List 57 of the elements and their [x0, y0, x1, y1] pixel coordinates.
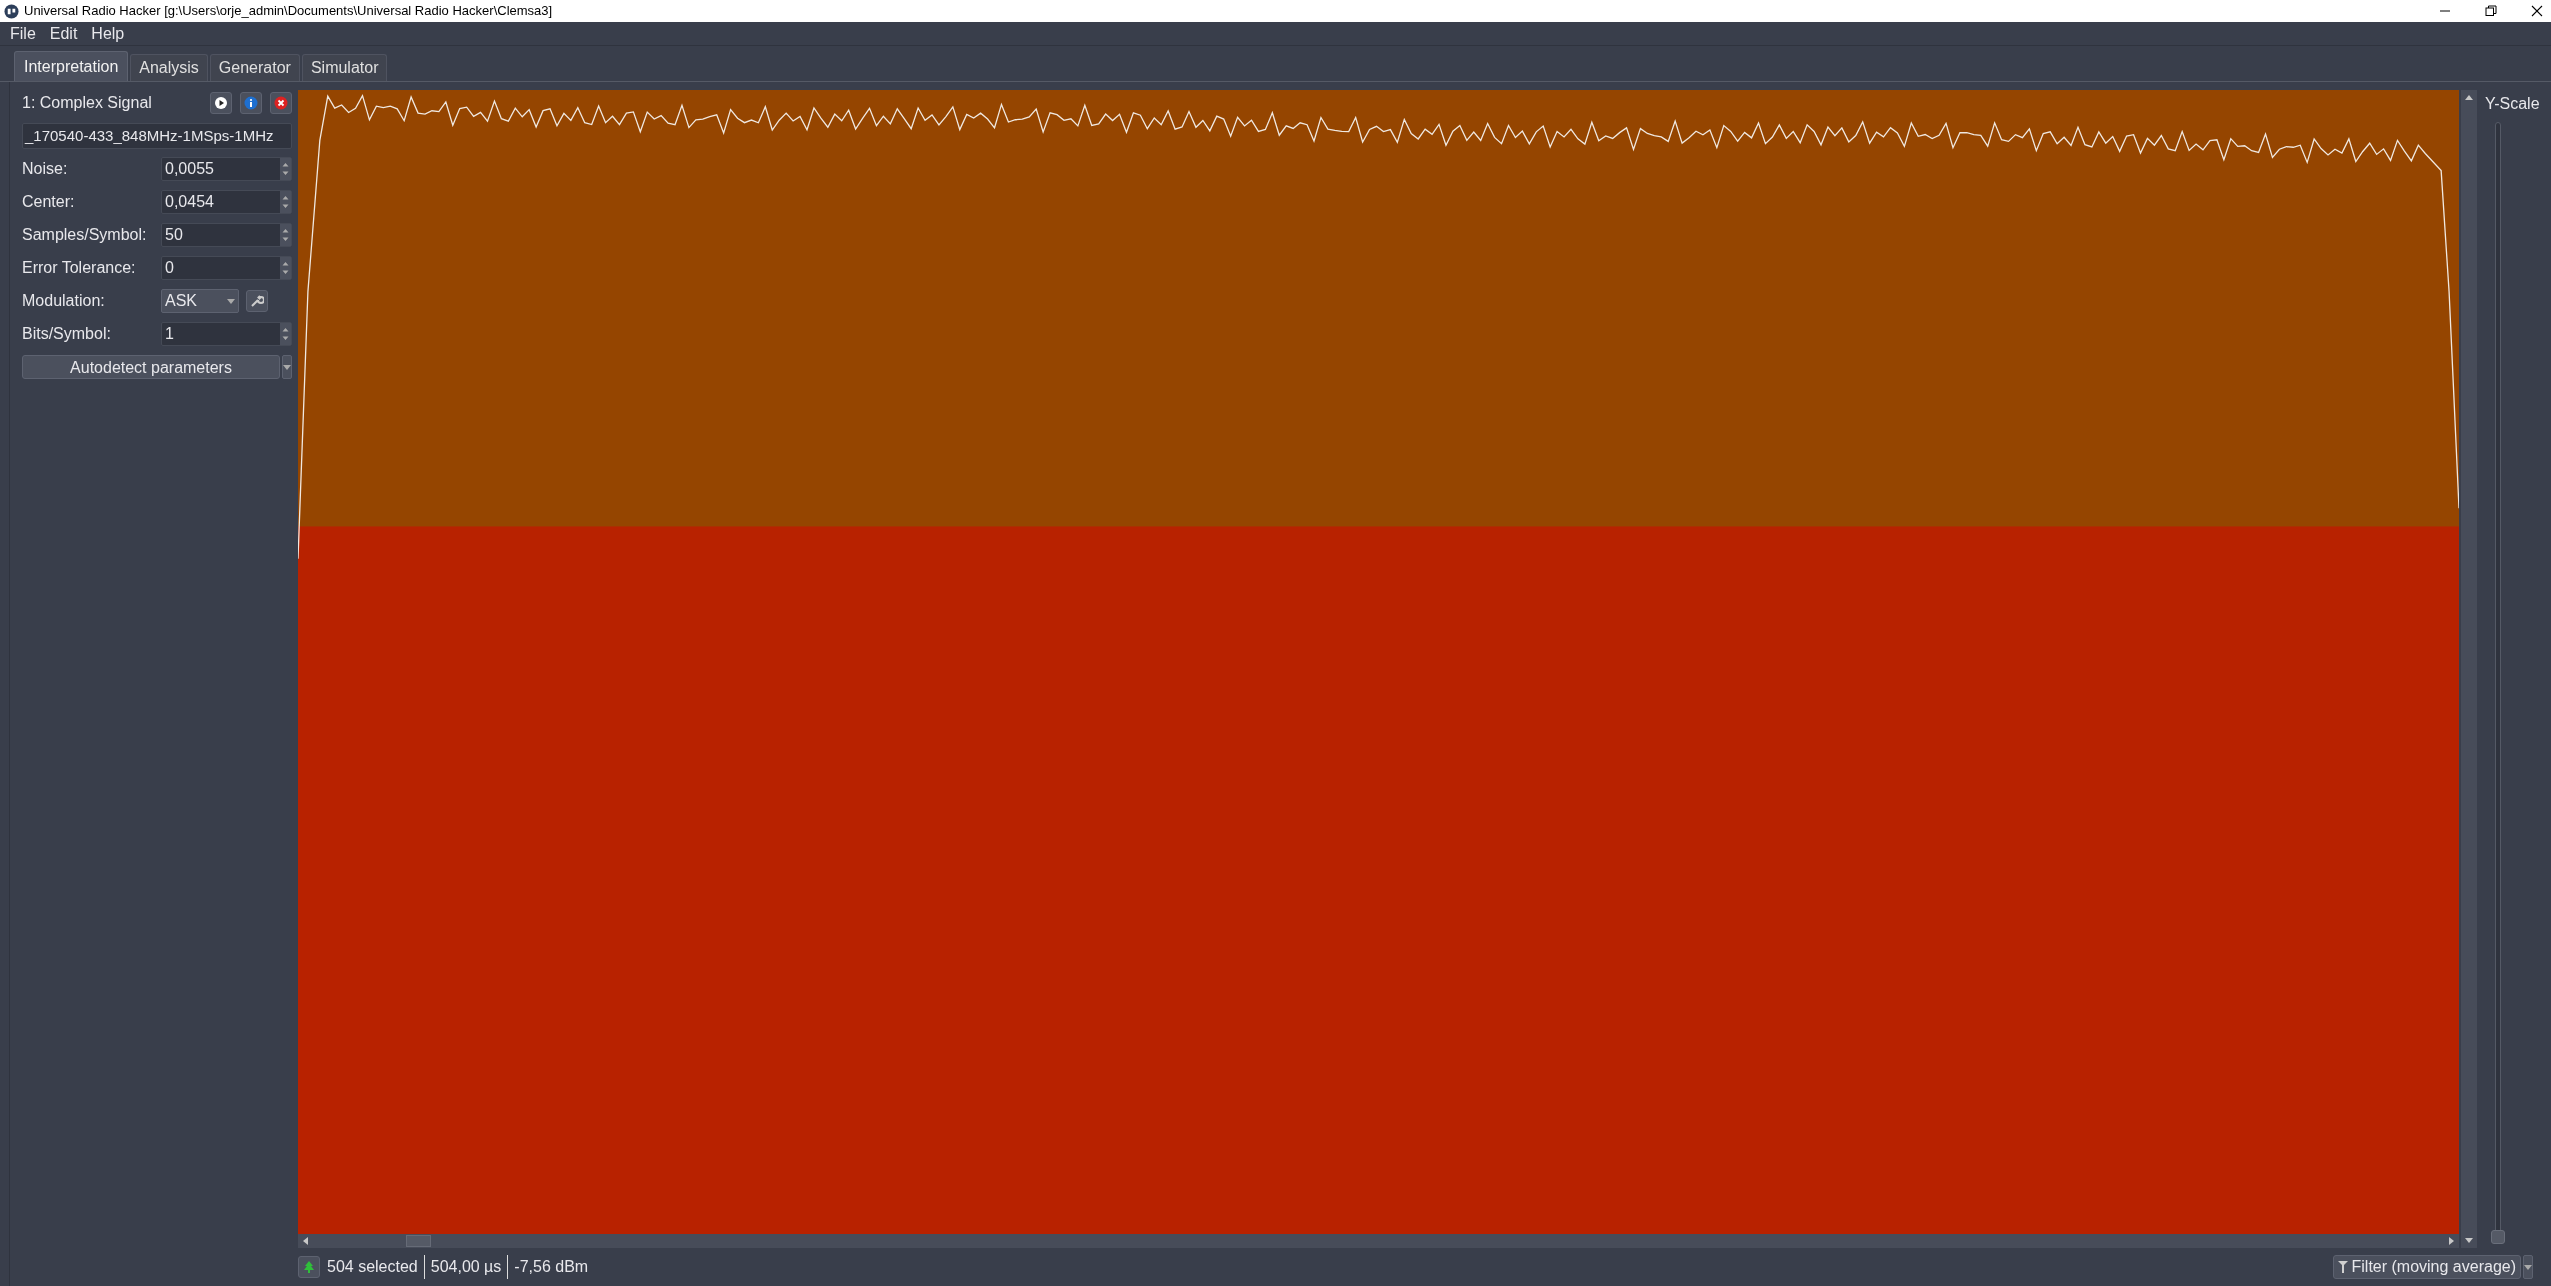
- play-icon: [213, 95, 229, 111]
- signal-name: 1: Complex Signal: [22, 93, 153, 113]
- parameter-label: Center:: [22, 192, 76, 212]
- spin-box[interactable]: 0,0454: [161, 190, 292, 214]
- info-icon: [243, 95, 259, 111]
- modulation-dropdown[interactable]: ASK: [161, 289, 239, 313]
- spin-box[interactable]: 0,0055: [161, 157, 292, 181]
- close-icon[interactable]: [2531, 5, 2543, 17]
- caret-icon: [283, 364, 291, 370]
- spin-arrows-icon[interactable]: [280, 191, 291, 213]
- close-icon: [273, 95, 289, 111]
- tab[interactable]: Analysis: [130, 54, 208, 81]
- info-button[interactable]: [240, 92, 262, 114]
- selection-duration: 504,00 µs: [430, 1255, 509, 1279]
- parameter-label: Bits/Symbol:: [22, 324, 112, 344]
- caret-icon: [227, 298, 235, 304]
- filter-button[interactable]: Filter (moving average): [2332, 1255, 2521, 1279]
- window-title: Universal Radio Hacker [g:\Users\orje_admin\Documents\Universal Radio Hacker\Clemsa3]: [24, 2, 553, 21]
- funnel-icon: [2337, 1260, 2348, 1274]
- spin-arrows-icon[interactable]: [280, 224, 291, 246]
- selection-count: 504 selected: [327, 1255, 425, 1279]
- filename-field[interactable]: _170540-433_848MHz-1MSps-1MHz: [22, 123, 292, 149]
- spin-box[interactable]: 50: [161, 223, 292, 247]
- spin-arrows-icon[interactable]: [280, 257, 291, 279]
- dropdown-button[interactable]: [282, 355, 292, 379]
- menu-item[interactable]: Help: [91, 21, 125, 46]
- tree-icon: [302, 1260, 316, 1274]
- parameter-label: Samples/Symbol:: [22, 225, 148, 245]
- parameter-label: Error Tolerance:: [22, 258, 137, 278]
- tab[interactable]: Interpretation: [14, 51, 129, 81]
- menu-item[interactable]: File: [10, 21, 36, 46]
- autodetect-button[interactable]: Autodetect parameters: [22, 355, 280, 379]
- y-scale-slider[interactable]: [2491, 122, 2505, 1244]
- spin-box[interactable]: 0: [161, 256, 292, 280]
- horizontal-scrollbar[interactable]: [298, 1234, 2459, 1248]
- vertical-scrollbar[interactable]: [2461, 90, 2477, 1248]
- menu-item[interactable]: Edit: [49, 21, 78, 46]
- tab[interactable]: Simulator: [301, 54, 388, 81]
- bookmark-button[interactable]: [298, 1256, 320, 1278]
- restore-icon[interactable]: [2485, 5, 2497, 17]
- caret-icon: [2524, 1264, 2532, 1270]
- slider-handle[interactable]: [2491, 1230, 2505, 1244]
- dropdown-button[interactable]: [2523, 1255, 2533, 1279]
- play-button[interactable]: [210, 92, 232, 114]
- scrollbar-thumb[interactable]: [406, 1235, 431, 1247]
- app-logo-icon: [4, 3, 19, 19]
- wrench-icon: [250, 294, 264, 308]
- spin-arrows-icon[interactable]: [280, 323, 291, 345]
- selection-power: -7,56 dBm: [514, 1257, 589, 1277]
- parameter-label: Modulation:: [22, 291, 106, 311]
- spin-arrows-icon[interactable]: [280, 158, 291, 180]
- close-signal-button[interactable]: [270, 92, 292, 114]
- tab[interactable]: Generator: [209, 54, 300, 81]
- parameter-label: Noise:: [22, 159, 69, 179]
- settings-button[interactable]: [246, 290, 268, 312]
- spin-box[interactable]: 1: [161, 322, 292, 346]
- y-scale-label: Y-Scale: [2485, 94, 2541, 114]
